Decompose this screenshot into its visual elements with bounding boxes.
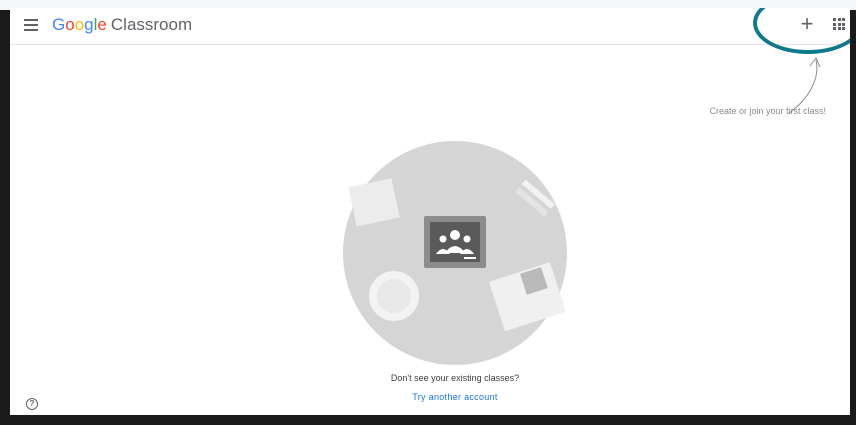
existing-classes-question: Don't see your existing classes?	[390, 373, 520, 383]
product-name: Classroom	[110, 15, 193, 34]
top-app-bar: Google Classroom +	[10, 8, 850, 45]
logo-letter: G	[52, 15, 66, 34]
logo-letter: e	[97, 15, 107, 34]
classroom-window: Google Classroom + Create or join your fi…	[10, 8, 850, 415]
help-icon[interactable]: ?	[26, 398, 38, 410]
create-join-hint: Create or join your first class!	[709, 106, 826, 116]
logo-letter: o	[74, 15, 85, 34]
logo-letter: o	[65, 15, 75, 34]
try-another-account-link[interactable]: Try another account	[10, 392, 850, 402]
app-logo[interactable]: Google Classroom	[52, 15, 192, 35]
hamburger-menu-icon[interactable]	[24, 19, 38, 31]
empty-classroom-illustration	[343, 141, 567, 365]
logo-letter: g	[84, 15, 94, 34]
